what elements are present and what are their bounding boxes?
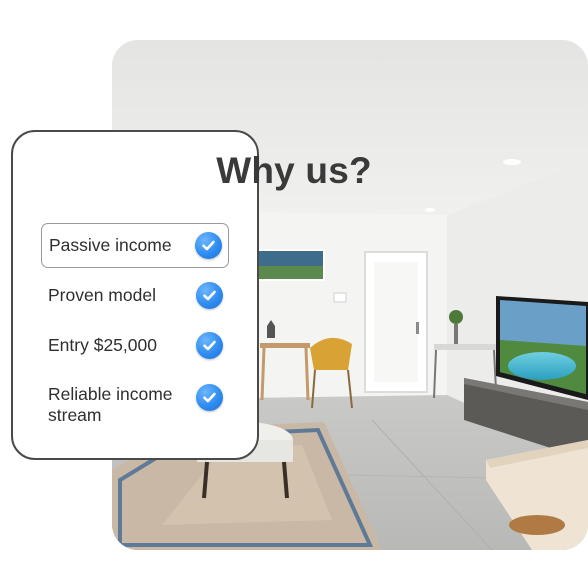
feature-label: Entry $25,000 [48, 335, 157, 355]
feature-passive-income[interactable]: Passive income [41, 223, 229, 268]
check-circle-icon [196, 332, 223, 359]
feature-label: Reliable income stream [48, 384, 173, 425]
feature-proven-model[interactable]: Proven model [41, 273, 229, 318]
check-circle-icon [196, 384, 223, 411]
feature-reliable-income[interactable]: Reliable income stream [41, 378, 229, 428]
feature-entry-price[interactable]: Entry $25,000 [41, 323, 229, 368]
check-circle-icon [195, 232, 222, 259]
feature-label: Passive income [49, 235, 172, 255]
card-title: Why us? [216, 150, 372, 191]
feature-label: Proven model [48, 285, 156, 305]
check-circle-icon [196, 282, 223, 309]
